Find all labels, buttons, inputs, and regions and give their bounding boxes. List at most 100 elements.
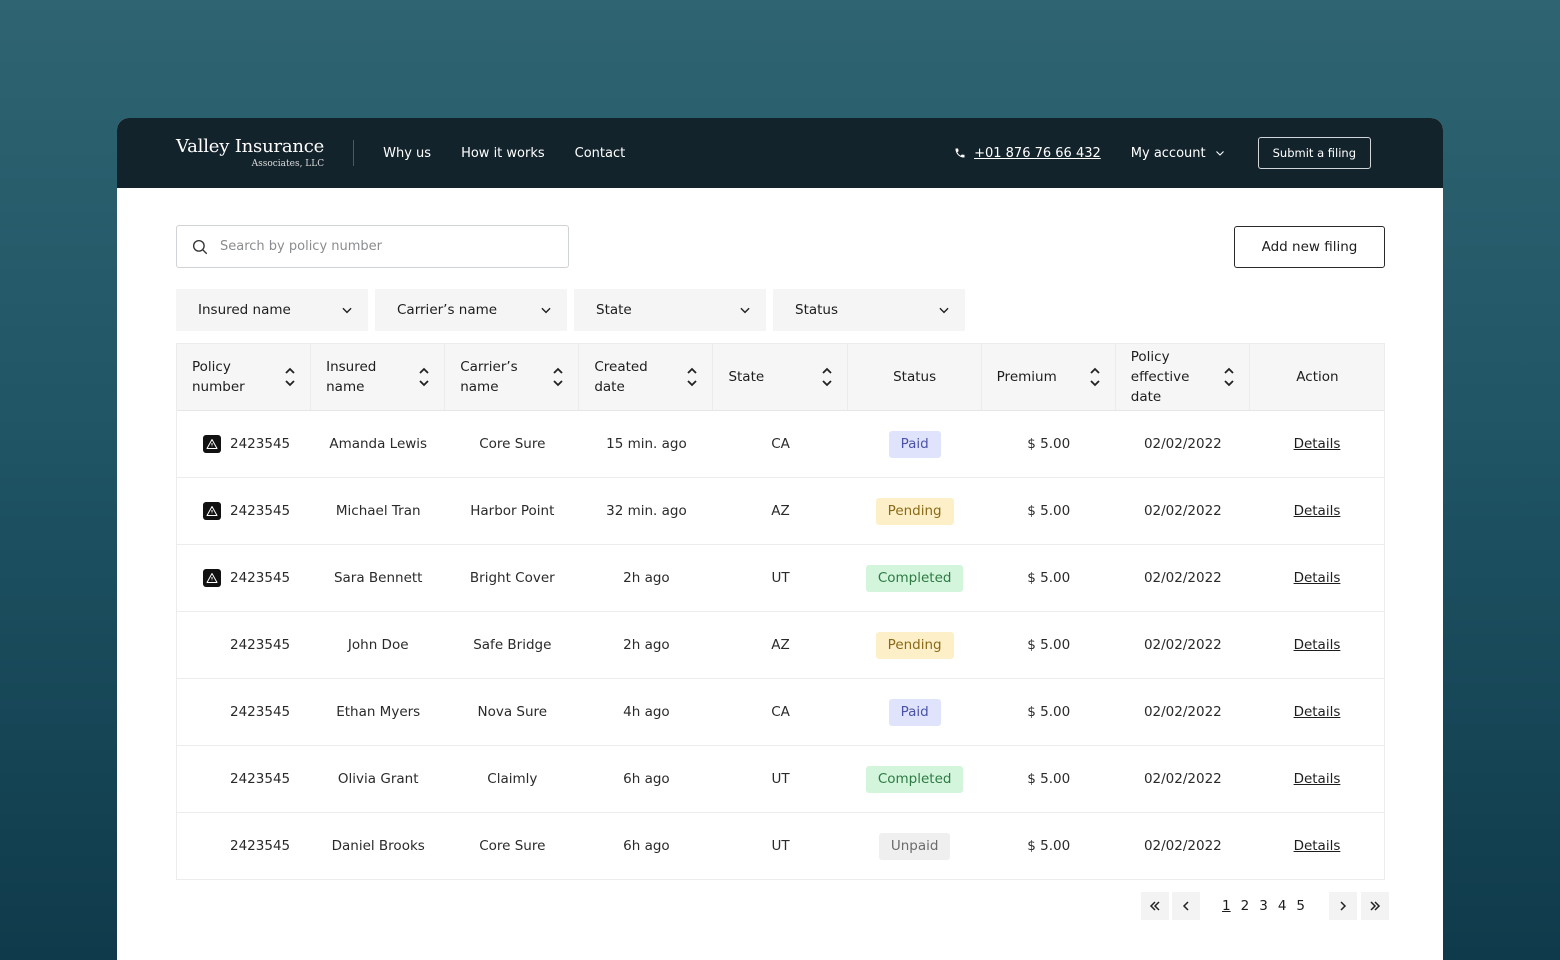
column-header-state: State: [713, 344, 848, 410]
cell-action: Details: [1250, 637, 1384, 653]
cell-created-date: 2h ago: [623, 637, 670, 653]
cell-premium: $ 5.00: [1027, 570, 1071, 586]
sort-toggle[interactable]: [821, 366, 833, 388]
sort-toggle[interactable]: [686, 366, 698, 388]
cell-action: Details: [1250, 436, 1384, 452]
cell-insured-name: Amanda Lewis: [329, 436, 428, 452]
chevron-down-icon: [939, 307, 949, 314]
cell-insured-name: Ethan Myers: [336, 704, 421, 720]
details-link[interactable]: Details: [1294, 570, 1341, 586]
chevron-down-icon: [285, 380, 295, 387]
cell-premium: $ 5.00: [1027, 704, 1071, 720]
phone-link[interactable]: +01 876 76 66 432: [954, 146, 1101, 161]
column-header-label: Policy effective date: [1130, 349, 1190, 405]
cell-policy-effective-date: 02/02/2022: [1143, 637, 1222, 653]
cell-insured-name: Daniel Brooks: [331, 838, 425, 854]
last-page-button[interactable]: [1361, 892, 1389, 920]
cell-policy-number: 2423545: [177, 770, 311, 788]
details-link[interactable]: Details: [1294, 704, 1341, 720]
policy-number: 2423545: [230, 637, 291, 653]
next-page-button[interactable]: [1329, 892, 1357, 920]
cell-carrier-name: Bright Cover: [469, 570, 555, 586]
nav-link-how-it-works[interactable]: How it works: [461, 146, 545, 161]
column-header-label: Premium: [996, 369, 1057, 385]
cell-state: AZ: [771, 637, 790, 653]
chevron-down-icon: [740, 307, 750, 314]
sort-toggle[interactable]: [418, 366, 430, 388]
page-2[interactable]: 2: [1241, 898, 1250, 914]
status-badge: Completed: [865, 564, 964, 592]
cell-policy-effective-date: 02/02/2022: [1143, 704, 1222, 720]
brand-name: Valley Insurance: [176, 135, 325, 157]
cell-premium: $ 5.00: [1027, 436, 1071, 452]
column-header-insured-name: Insured name: [311, 344, 446, 410]
page-1[interactable]: 1: [1222, 898, 1231, 914]
cell-state: UT: [771, 838, 790, 854]
page-4[interactable]: 4: [1278, 898, 1287, 914]
filter-label: Carrier’s name: [397, 302, 498, 318]
cell-policy-number: 2423545: [177, 837, 311, 855]
filter-label: Insured name: [198, 302, 291, 318]
cell-status: Unpaid: [848, 832, 982, 860]
cell-state: UT: [771, 570, 790, 586]
table-row: 2423545 Ethan Myers Nova Sure 4h ago CA Paid $…: [177, 679, 1384, 746]
chevron-down-icon: [419, 380, 429, 387]
cell-premium: $ 5.00: [1027, 838, 1071, 854]
chevron-down-icon: [342, 307, 352, 314]
column-header-label: State: [728, 369, 765, 385]
column-header-label: Insured name: [326, 359, 377, 395]
details-link[interactable]: Details: [1294, 838, 1341, 854]
chevron-up-icon: [821, 367, 832, 374]
status-badge: Completed: [865, 765, 964, 793]
column-header-created-date: Created date: [579, 344, 714, 410]
nav-link-contact[interactable]: Contact: [575, 146, 626, 161]
cell-state: CA: [771, 704, 790, 720]
add-new-filing-button[interactable]: Add new filing: [1234, 225, 1385, 268]
cell-premium: $ 5.00: [1027, 637, 1071, 653]
phone-number: +01 876 76 66 432: [974, 145, 1101, 161]
chevron-down-icon: [1090, 380, 1100, 387]
details-link[interactable]: Details: [1294, 503, 1341, 519]
cell-action: Details: [1250, 503, 1384, 519]
cell-created-date: 6h ago: [623, 771, 670, 787]
cell-insured-name: Olivia Grant: [337, 771, 419, 787]
table-header: Policy number Insured name Carrier’s nam…: [177, 344, 1384, 411]
submit-filing-button[interactable]: Submit a filing: [1257, 137, 1371, 169]
cell-insured-name: Michael Tran: [335, 503, 421, 519]
policy-number: 2423545: [230, 570, 291, 586]
search-input[interactable]: Search by policy number: [176, 225, 569, 268]
filter-status[interactable]: Status: [773, 289, 965, 331]
my-account-dropdown[interactable]: My account: [1131, 146, 1226, 161]
details-link[interactable]: Details: [1294, 436, 1341, 452]
filter-state[interactable]: State: [574, 289, 766, 331]
cell-policy-effective-date: 02/02/2022: [1143, 436, 1222, 452]
first-page-button[interactable]: [1141, 892, 1170, 920]
filter-insured-name[interactable]: Insured name: [176, 289, 368, 331]
nav-link-why-us[interactable]: Why us: [383, 146, 431, 161]
brand-logo[interactable]: Valley Insurance Associates, LLC: [176, 135, 325, 169]
filter-carrier-name[interactable]: Carrier’s name: [375, 289, 567, 331]
sort-toggle[interactable]: [1223, 366, 1235, 388]
cell-premium: $ 5.00: [1027, 771, 1071, 787]
page-5[interactable]: 5: [1296, 898, 1305, 914]
warning-icon: [206, 506, 218, 516]
status-badge: Pending: [875, 631, 954, 659]
chevron-down-icon: [553, 380, 563, 387]
warning-icon: [206, 439, 218, 449]
policy-number: 2423545: [230, 503, 291, 519]
app-window: Valley Insurance Associates, LLC Why us …: [117, 118, 1443, 960]
my-account-label: My account: [1130, 145, 1206, 161]
prev-page-button[interactable]: [1172, 892, 1201, 920]
cell-action: Details: [1250, 771, 1384, 787]
details-link[interactable]: Details: [1294, 771, 1341, 787]
sort-toggle[interactable]: [552, 366, 564, 388]
chevron-down-icon: [687, 380, 698, 387]
cell-created-date: 32 min. ago: [606, 503, 687, 519]
chevron-down-icon: [821, 380, 832, 387]
sort-toggle[interactable]: [1089, 366, 1101, 388]
sort-toggle[interactable]: [284, 366, 296, 388]
details-link[interactable]: Details: [1294, 637, 1341, 653]
nav-right: +01 876 76 66 432 My account Submit a fi…: [954, 137, 1371, 169]
cell-policy-number: 2423545: [177, 435, 311, 453]
page-3[interactable]: 3: [1259, 898, 1268, 914]
